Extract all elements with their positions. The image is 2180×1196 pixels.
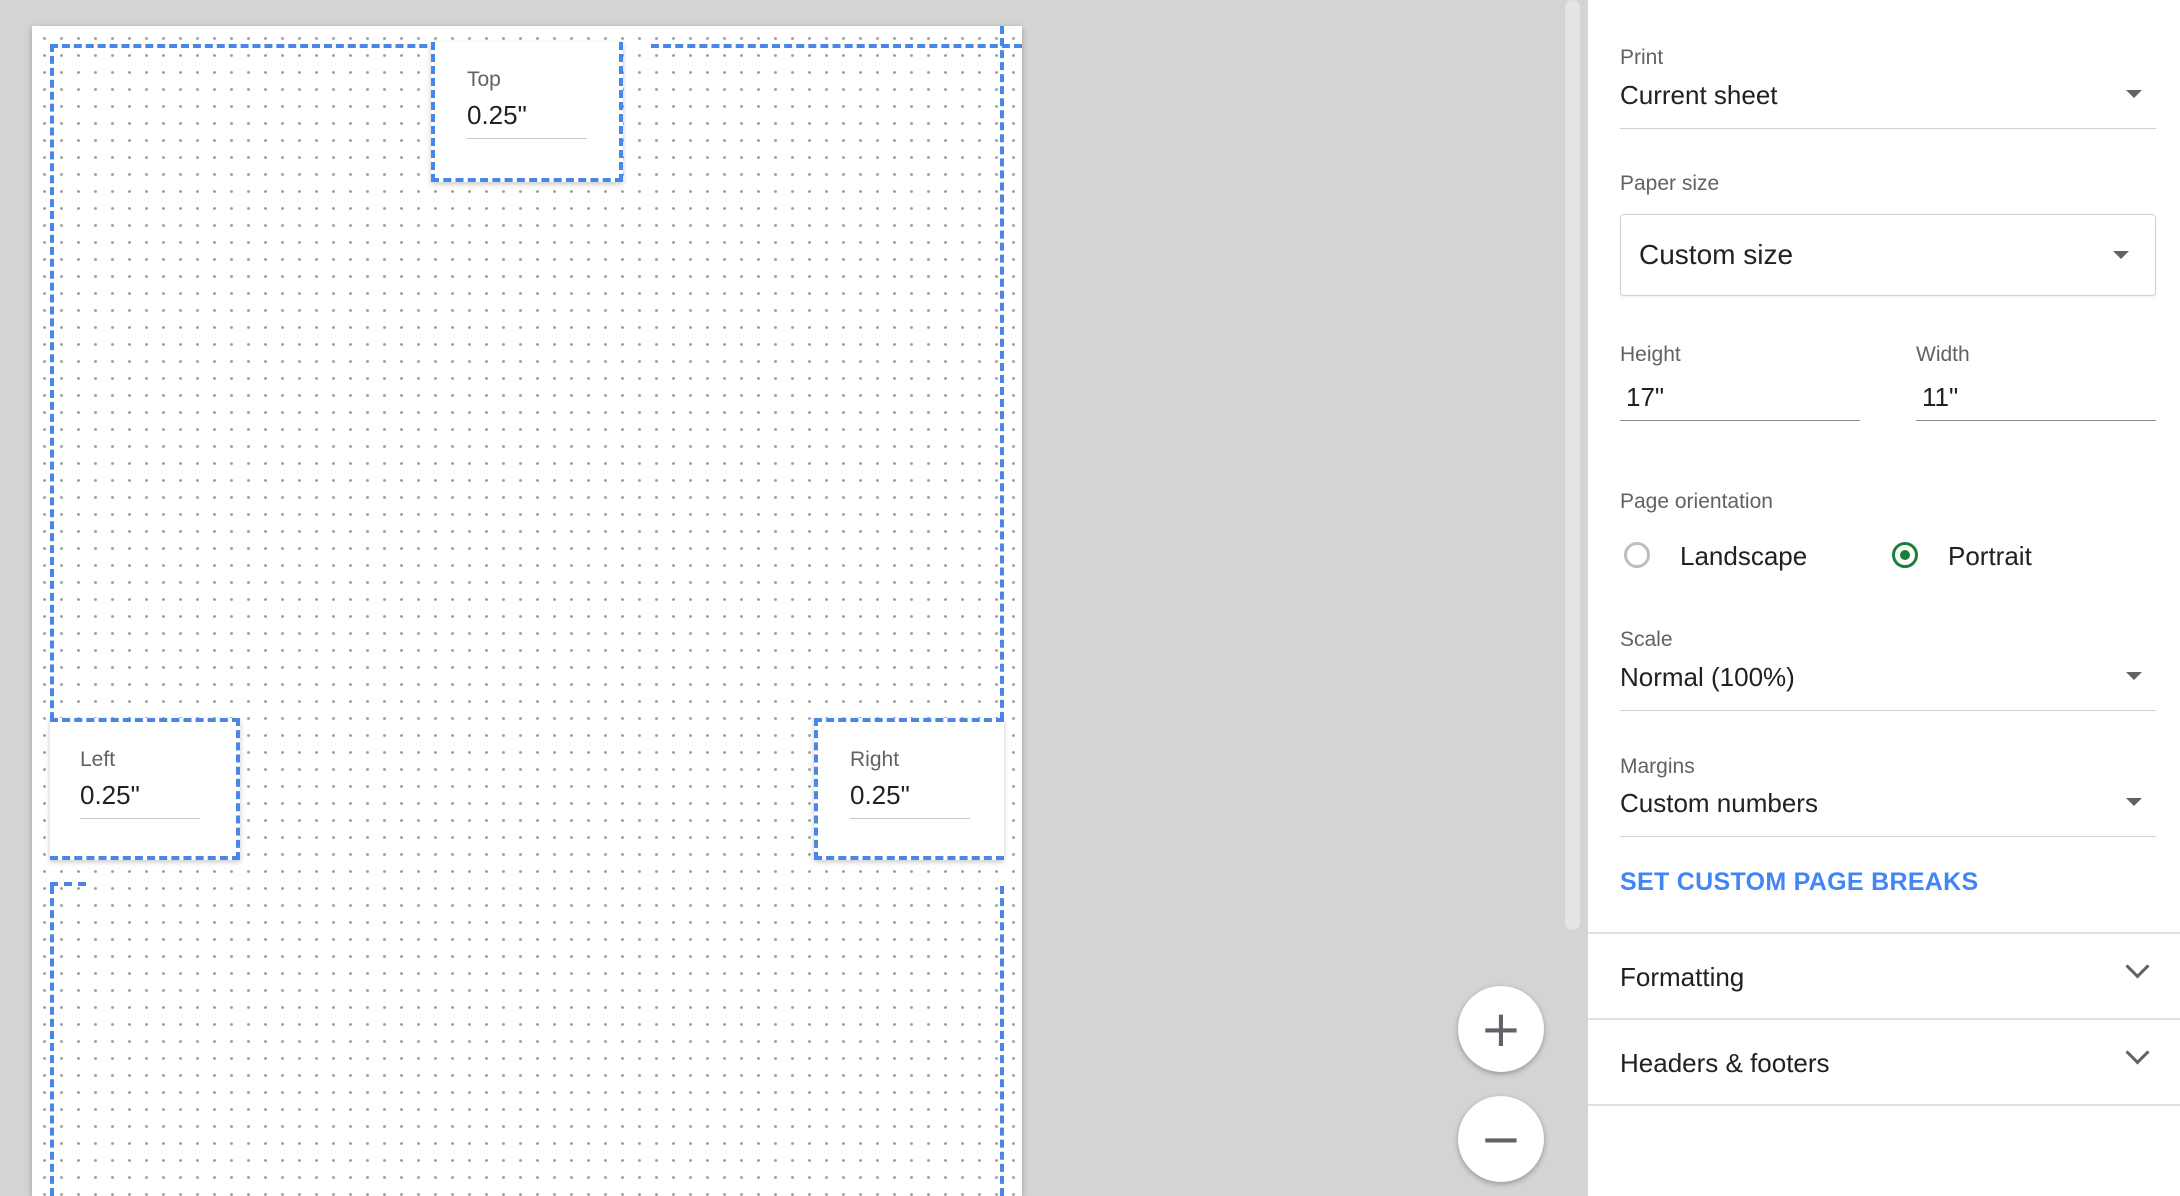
- page-preview: Top 0.25" Left 0.25" Right 0.25": [32, 26, 1022, 1196]
- height-label: Height: [1620, 343, 1681, 366]
- caret-down-icon: [2126, 672, 2142, 680]
- formatting-title: Formatting: [1620, 962, 1745, 992]
- headers-footers-section[interactable]: Headers & footers: [1588, 1018, 2180, 1104]
- top-margin-label: Top: [467, 68, 501, 91]
- width-label: Width: [1916, 343, 1970, 366]
- print-preview-area: Top 0.25" Left 0.25" Right 0.25" + −: [0, 0, 1588, 1196]
- portrait-radio[interactable]: [1892, 542, 1918, 568]
- zoom-in-button[interactable]: +: [1458, 986, 1544, 1072]
- print-select-value: Current sheet: [1620, 80, 1778, 110]
- margins-label: Margins: [1620, 755, 1695, 778]
- top-margin-card[interactable]: Top 0.25": [431, 42, 623, 182]
- left-margin-input[interactable]: 0.25": [80, 780, 200, 819]
- chevron-down-icon: [2125, 954, 2150, 979]
- margins-select[interactable]: Custom numbers: [1620, 784, 2156, 837]
- left-margin-card[interactable]: Left 0.25": [50, 718, 240, 860]
- zoom-out-button[interactable]: −: [1458, 1096, 1544, 1182]
- section-divider: [1588, 1104, 2180, 1106]
- scale-label: Scale: [1620, 628, 1673, 651]
- print-label: Print: [1620, 46, 1664, 69]
- preview-scrollbar[interactable]: [1565, 0, 1580, 930]
- width-value: 11": [1922, 382, 1959, 412]
- paper-size-value: Custom size: [1639, 239, 1794, 270]
- margin-guide-right-upper: [1000, 26, 1004, 744]
- caret-down-icon: [2126, 90, 2142, 98]
- print-select[interactable]: Current sheet: [1620, 76, 2156, 129]
- right-margin-card[interactable]: Right 0.25": [814, 718, 1004, 860]
- portrait-label[interactable]: Portrait: [1948, 541, 2032, 572]
- height-value: 17": [1626, 382, 1665, 412]
- headers-footers-title: Headers & footers: [1620, 1048, 1830, 1078]
- caret-down-icon: [2113, 251, 2129, 259]
- width-input[interactable]: 11": [1916, 376, 2156, 421]
- paper-size-label: Paper size: [1620, 172, 1720, 195]
- page-orientation-label: Page orientation: [1620, 490, 1773, 513]
- paper-size-select[interactable]: Custom size: [1620, 214, 2156, 296]
- right-margin-label: Right: [850, 748, 900, 771]
- landscape-label[interactable]: Landscape: [1680, 541, 1807, 572]
- set-custom-page-breaks-link[interactable]: SET CUSTOM PAGE BREAKS: [1620, 868, 1979, 897]
- margin-guide-left-lower: [50, 886, 54, 1196]
- margin-guide-right-lower: [1000, 886, 1004, 1196]
- margin-guide-left-upper: [50, 44, 54, 744]
- margin-guide-top-right: [651, 44, 1022, 48]
- margin-guide-top-left: [50, 44, 463, 48]
- caret-down-icon: [2126, 798, 2142, 806]
- right-margin-input[interactable]: 0.25": [850, 780, 970, 819]
- scale-select[interactable]: Normal (100%): [1620, 658, 2156, 711]
- scale-value: Normal (100%): [1620, 662, 1795, 692]
- formatting-section[interactable]: Formatting: [1588, 932, 2180, 1018]
- height-input[interactable]: 17": [1620, 376, 1860, 421]
- margins-value: Custom numbers: [1620, 788, 1818, 818]
- left-margin-label: Left: [80, 748, 116, 771]
- margin-guide-lower-top: [50, 882, 86, 886]
- print-settings-panel: Print Current sheet Paper size Custom si…: [1588, 0, 2180, 1196]
- landscape-radio[interactable]: [1624, 542, 1650, 568]
- chevron-down-icon: [2125, 1040, 2150, 1065]
- top-margin-input[interactable]: 0.25": [467, 100, 587, 139]
